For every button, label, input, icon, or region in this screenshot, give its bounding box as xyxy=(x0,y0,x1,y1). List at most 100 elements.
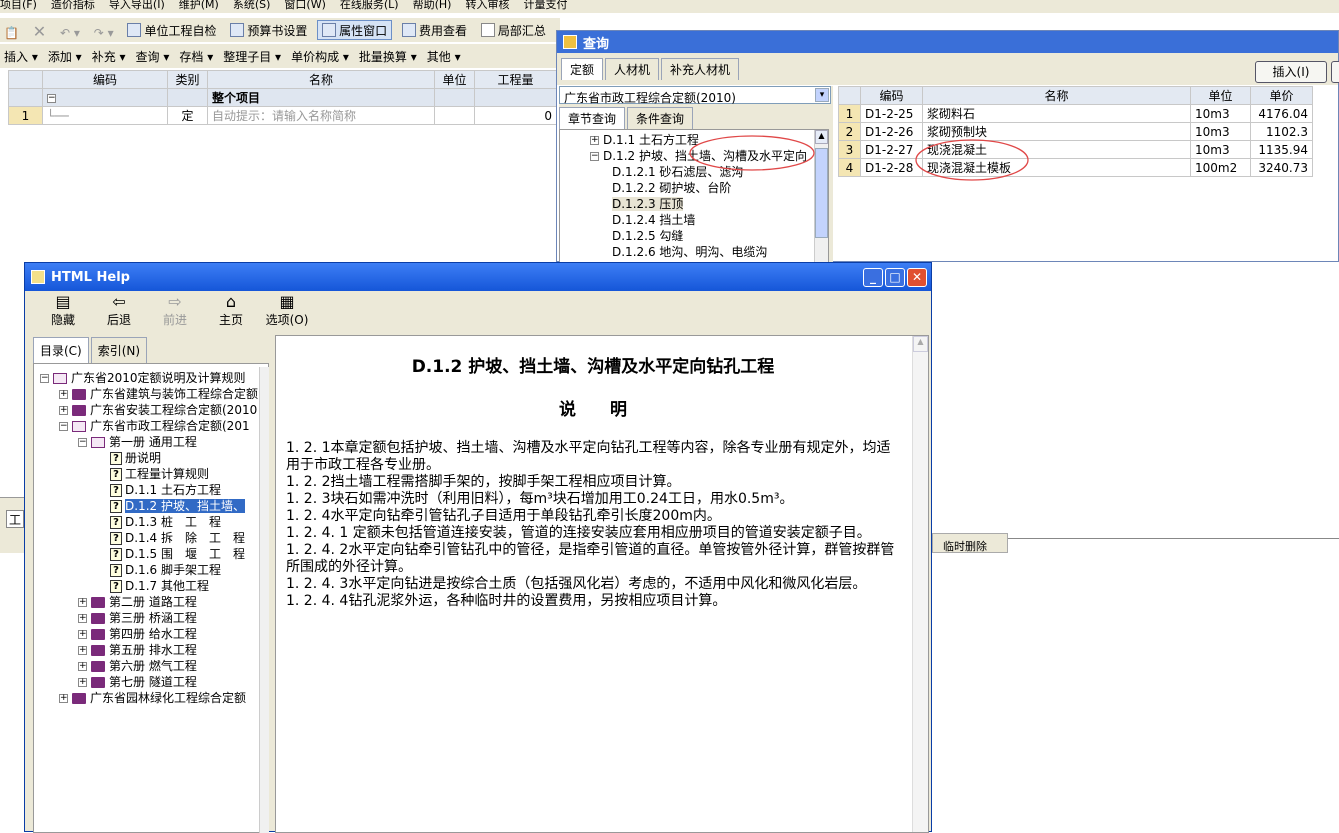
help-tree-item[interactable]: ? D.1.6 脚手架工程 xyxy=(40,562,268,578)
help-tree-item[interactable]: ? D.1.4 拆 除 工 程 xyxy=(40,530,268,546)
result-name[interactable]: 现浇混凝土模板 xyxy=(922,158,1191,177)
chapter-tree-item[interactable]: D.1.2.2 砌护坡、台阶 xyxy=(590,180,828,196)
local-summary-checkbox[interactable]: 局部汇总 xyxy=(477,20,550,40)
result-unit[interactable]: 10m3 xyxy=(1190,122,1251,141)
fee-view-button[interactable]: 费用查看 xyxy=(398,20,471,40)
chapter-tree-item[interactable]: + D.1.1 土石方工程 xyxy=(590,132,828,148)
edit-toolbar-item-0[interactable]: 插入 ▾ xyxy=(0,46,42,66)
help-tree-item[interactable]: ? 册说明 xyxy=(40,450,268,466)
result-index[interactable]: 4 xyxy=(838,158,861,177)
plus-icon[interactable]: + xyxy=(78,662,87,671)
query-subtab-0[interactable]: 章节查询 xyxy=(559,107,626,129)
table-row[interactable]: 3 D1-2-27 现浇混凝土 10m3 1135.94 xyxy=(838,140,1313,159)
result-code[interactable]: D1-2-28 xyxy=(860,158,923,177)
plus-icon[interactable]: + xyxy=(59,406,68,415)
help-toolbar-button-2[interactable]: ⇨ 前进 xyxy=(147,291,203,333)
row-unit-cell[interactable] xyxy=(434,106,475,125)
row-quantity-cell[interactable]: 0 xyxy=(474,106,557,125)
menu-item-8[interactable]: 转入审核 xyxy=(465,0,509,10)
result-name[interactable]: 浆砌料石 xyxy=(922,104,1191,123)
help-content-scrollbar[interactable]: ▲ xyxy=(912,336,928,832)
table-row[interactable]: 4 D1-2-28 现浇混凝土模板 100m2 3240.73 xyxy=(838,158,1313,177)
help-tree-item[interactable]: ? D.1.7 其他工程 xyxy=(40,578,268,594)
minimize-button[interactable]: _ xyxy=(863,267,883,287)
result-index[interactable]: 1 xyxy=(838,104,861,123)
bg-panel-tab[interactable]: 工 xyxy=(6,510,24,528)
result-name[interactable]: 浆砌预制块 xyxy=(922,122,1191,141)
result-code[interactable]: D1-2-27 xyxy=(860,140,923,159)
plus-icon[interactable]: + xyxy=(78,614,87,623)
close-button[interactable]: ✕ xyxy=(907,267,927,287)
redo-icon[interactable]: ↷ ▾ xyxy=(90,23,118,42)
edit-toolbar-item-8[interactable]: 其他 ▾ xyxy=(423,46,465,66)
help-toolbar-button-0[interactable]: ▤ 隐藏 xyxy=(35,291,91,333)
help-tree-item[interactable]: + 广东省安装工程综合定额(2010 xyxy=(40,402,268,418)
next-button[interactable] xyxy=(1331,61,1339,83)
help-toolbar-button-4[interactable]: ▦ 选项(O) xyxy=(259,291,315,333)
plus-icon[interactable]: + xyxy=(78,678,87,687)
edit-toolbar-item-3[interactable]: 查询 ▾ xyxy=(132,46,174,66)
budget-settings-button[interactable]: 预算书设置 xyxy=(226,20,311,40)
help-toolbar-button-1[interactable]: ⇦ 后退 xyxy=(91,291,147,333)
result-price[interactable]: 4176.04 xyxy=(1250,104,1313,123)
help-tree-item[interactable]: + 第六册 燃气工程 xyxy=(40,658,268,674)
edit-toolbar-item-2[interactable]: 补充 ▾ xyxy=(88,46,130,66)
query-subtab-1[interactable]: 条件查询 xyxy=(627,107,694,129)
query-tab-0[interactable]: 定额 xyxy=(561,58,604,80)
result-col-code[interactable]: 编码 xyxy=(860,86,923,105)
edit-toolbar-item-4[interactable]: 存档 ▾ xyxy=(175,46,217,66)
help-tree-item[interactable]: − 广东省市政工程综合定额(201 xyxy=(40,418,268,434)
paste-icon[interactable]: 📋 xyxy=(0,23,23,42)
plus-icon[interactable]: + xyxy=(78,598,87,607)
chapter-tree-item[interactable]: D.1.2.6 地沟、明沟、电缆沟 xyxy=(590,244,828,260)
help-tree-item[interactable]: + 第五册 排水工程 xyxy=(40,642,268,658)
menu-item-1[interactable]: 造价指标 xyxy=(51,0,95,10)
result-col-name[interactable]: 名称 xyxy=(922,86,1191,105)
help-tree-item[interactable]: + 第三册 桥涵工程 xyxy=(40,610,268,626)
menu-item-5[interactable]: 窗口(W) xyxy=(284,0,325,10)
row-code-cell[interactable]: └── xyxy=(42,106,168,125)
help-tree-item[interactable]: ? D.1.1 土石方工程 xyxy=(40,482,268,498)
plus-icon[interactable]: + xyxy=(59,694,68,703)
result-price[interactable]: 1135.94 xyxy=(1250,140,1313,159)
result-index[interactable]: 2 xyxy=(838,122,861,141)
col-header-unit[interactable]: 单位 xyxy=(434,70,475,89)
quota-select[interactable]: 广东省市政工程综合定额(2010) ▾ xyxy=(559,86,831,105)
menu-item-0[interactable]: 项目(F) xyxy=(0,0,37,10)
row-type-cell[interactable]: 定 xyxy=(167,106,208,125)
row-name-input[interactable]: 自动提示：请输入名称简称 xyxy=(207,106,435,125)
menu-item-3[interactable]: 维护(M) xyxy=(179,0,219,10)
result-index[interactable]: 3 xyxy=(838,140,861,159)
result-unit[interactable]: 10m3 xyxy=(1190,104,1251,123)
help-tree-scrollbar[interactable] xyxy=(259,367,269,833)
help-tree-item[interactable]: + 广东省园林绿化工程综合定额 xyxy=(40,690,268,706)
minus-icon[interactable]: − xyxy=(59,422,68,431)
help-toolbar-button-3[interactable]: ⌂ 主页 xyxy=(203,291,259,333)
menu-item-4[interactable]: 系统(S) xyxy=(233,0,271,10)
plus-icon[interactable]: + xyxy=(590,136,599,145)
row-index[interactable]: 1 xyxy=(8,106,43,125)
menu-item-2[interactable]: 导入导出(I) xyxy=(109,0,165,10)
unit-check-button[interactable]: 单位工程自检 xyxy=(123,20,220,40)
help-tab-1[interactable]: 索引(N) xyxy=(90,337,148,363)
help-tree-item[interactable]: ? D.1.3 桩 工 程 xyxy=(40,514,268,530)
help-tree-item[interactable]: + 第二册 道路工程 xyxy=(40,594,268,610)
help-tree-item[interactable]: + 第七册 隧道工程 xyxy=(40,674,268,690)
group-collapse-toggle[interactable]: − xyxy=(42,88,168,107)
result-price[interactable]: 3240.73 xyxy=(1250,158,1313,177)
scroll-thumb[interactable] xyxy=(815,148,828,238)
col-header-quantity[interactable]: 工程量 xyxy=(474,70,557,89)
insert-button[interactable]: 插入(I) xyxy=(1255,61,1327,83)
chapter-tree-item[interactable]: − D.1.2 护坡、挡土墙、沟槽及水平定向 xyxy=(590,148,828,164)
help-tree-item[interactable]: ? 工程量计算规则 xyxy=(40,466,268,482)
plus-icon[interactable]: + xyxy=(78,646,87,655)
table-row[interactable]: 1 └── 定 自动提示：请输入名称简称 0 xyxy=(8,106,557,125)
maximize-button[interactable]: □ xyxy=(885,267,905,287)
help-tree-item[interactable]: − 第一册 通用工程 xyxy=(40,434,268,450)
undo-icon[interactable]: ↶ ▾ xyxy=(56,23,84,42)
chapter-tree-item[interactable]: D.1.2.3 压顶 xyxy=(590,196,828,212)
group-row[interactable]: − 整个项目 xyxy=(8,88,557,107)
minus-icon[interactable]: − xyxy=(590,152,599,161)
chapter-tree-item[interactable]: D.1.2.1 砂石滤层、滤沟 xyxy=(590,164,828,180)
edit-toolbar-item-1[interactable]: 添加 ▾ xyxy=(44,46,86,66)
